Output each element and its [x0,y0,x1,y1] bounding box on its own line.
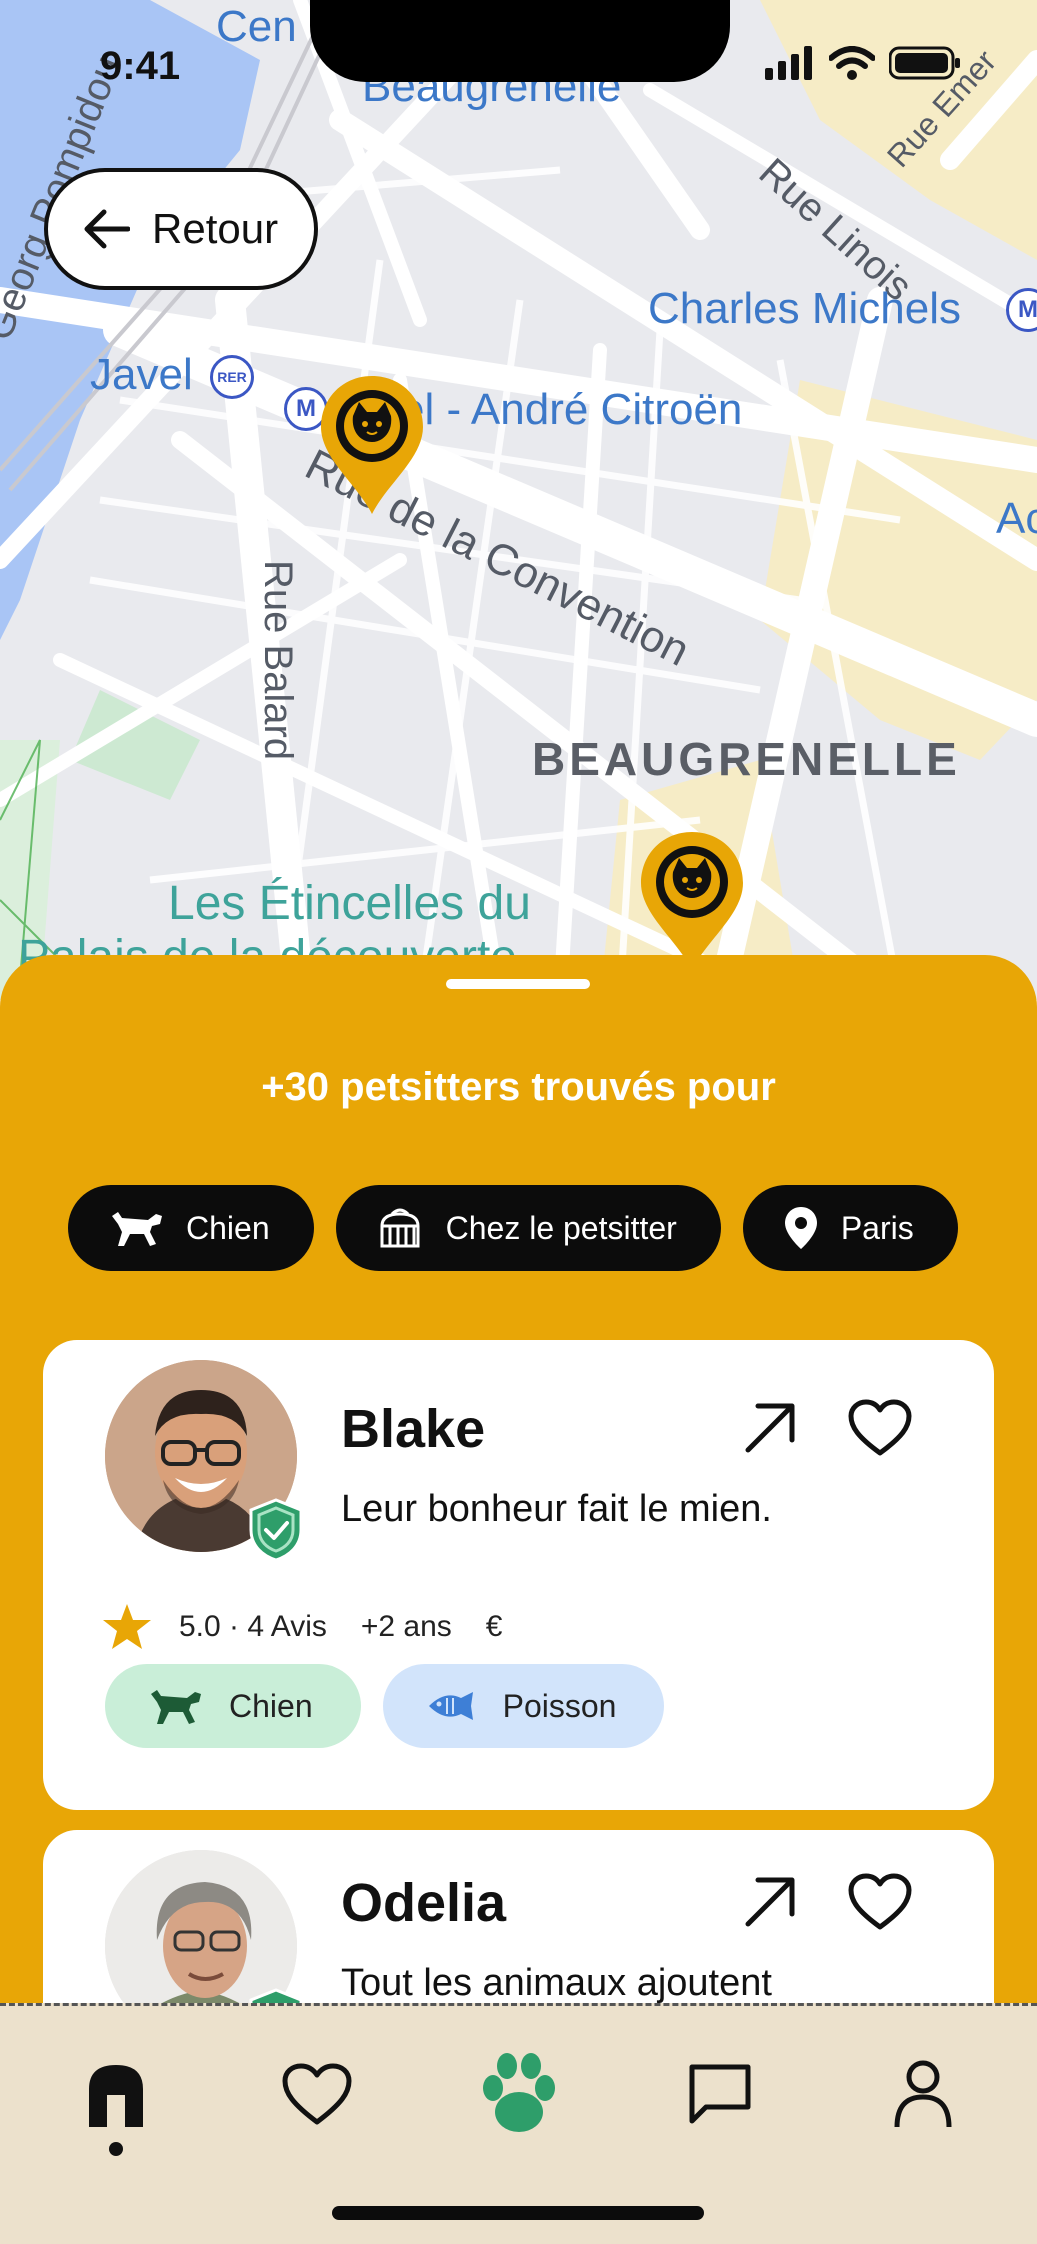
open-profile-button[interactable] [738,1870,802,1934]
filter-chip-animal[interactable]: Chien [68,1185,314,1271]
map-label-javel-citroen: el - André Citroën [400,385,743,434]
tag-label: Chien [229,1687,313,1724]
results-title: +30 petsitters trouvés pour [261,1065,776,1109]
battery-icon [889,46,960,80]
filter-chips: Chien Chez le petsitter Paris [68,1185,958,1271]
fish-icon [428,1692,473,1720]
dog-icon [151,1690,201,1724]
tab-home[interactable] [56,2034,176,2154]
filter-chip-label: Chien [186,1209,270,1246]
petsitter-name: Odelia [341,1873,507,1933]
petsitter-tagline: Leur bonheur fait le mien. [341,1488,772,1530]
status-icons [765,46,961,80]
paw-icon [483,2053,555,2132]
status-bar: 9:41 [0,0,1037,130]
map-label-ac: Ac [996,494,1037,543]
heart-icon [282,2063,352,2125]
tab-search-petsitters[interactable] [459,2034,579,2154]
arrow-up-right-icon [745,1877,795,1927]
back-button[interactable]: Retour [44,168,318,290]
map-label-district: BEAUGRENELLE [532,733,961,785]
map-label-rue-balard: Rue Balard [256,560,300,761]
map-label-javel: Javel [90,350,193,399]
petsitter-rating: 5.0 · 4 Avis [179,1610,327,1643]
petsitter-meta: 5.0 · 4 Avis +2 ans € [101,1602,502,1652]
filter-chip-label: Paris [840,1209,914,1246]
device-notch [310,0,730,82]
tab-active-indicator [109,2142,123,2156]
filter-chip-city[interactable]: Paris [742,1185,958,1271]
map-view[interactable]: Cen Beaugrenelle Rue Linois Rue Emer Cha… [0,0,1037,1000]
metro-icon: M [1006,288,1037,332]
tag-label: Poisson [502,1687,617,1724]
map-label-charles-michels: Charles Michels [648,284,961,333]
home-icon [89,2065,143,2127]
star-icon [103,1604,151,1649]
open-profile-button[interactable] [738,1396,802,1460]
chat-icon [689,2064,751,2124]
tag-dog: Chien [105,1664,361,1748]
map-pin-petsitter[interactable] [317,372,427,518]
heart-icon [848,1399,912,1456]
wifi-icon [829,46,875,80]
map-label-etincelles: Les Étincelles du [168,877,531,930]
favorite-button[interactable] [848,1870,912,1934]
status-time: 9:41 [100,44,181,88]
profile-icon [894,2060,952,2128]
petsitter-card[interactable]: Blake Leur bonheur fait le mien. 5.0 · 4… [43,1340,994,1810]
filter-chip-label: Chez le petsitter [445,1209,677,1246]
arrow-left-icon [84,209,130,249]
favorite-button[interactable] [848,1396,912,1460]
home-indicator [332,2206,704,2220]
card-actions [738,1870,912,1934]
map-pin-petsitter[interactable] [637,828,747,974]
sheet-grabber[interactable] [446,979,590,989]
results-sheet: +30 petsitters trouvés pour Chien Chez l… [0,955,1037,2130]
back-button-label: Retour [152,205,279,252]
tab-messages[interactable] [660,2034,780,2154]
card-actions [738,1396,912,1460]
tag-fish: Poisson [382,1664,665,1748]
petsitter-tags: Chien Poisson [105,1664,665,1748]
dog-icon [112,1212,162,1246]
filter-chip-location-type[interactable]: Chez le petsitter [335,1185,721,1271]
location-pin-icon [784,1207,817,1249]
petsitter-tagline: Tout les animaux ajoutent [341,1962,772,2004]
tab-favorites[interactable] [257,2034,377,2154]
petsitter-price: € [485,1610,503,1643]
petsitter-name: Blake [341,1399,486,1459]
tab-profile[interactable] [863,2034,983,2154]
signal-icon [765,46,812,80]
arrow-up-right-icon [745,1403,795,1453]
verified-badge-icon [249,1498,303,1562]
rer-icon: RER [210,355,254,399]
petsitter-experience: +2 ans [360,1610,452,1643]
pet-carrier-icon [380,1208,420,1248]
heart-icon [848,1873,912,1930]
avatar [105,1360,303,1562]
